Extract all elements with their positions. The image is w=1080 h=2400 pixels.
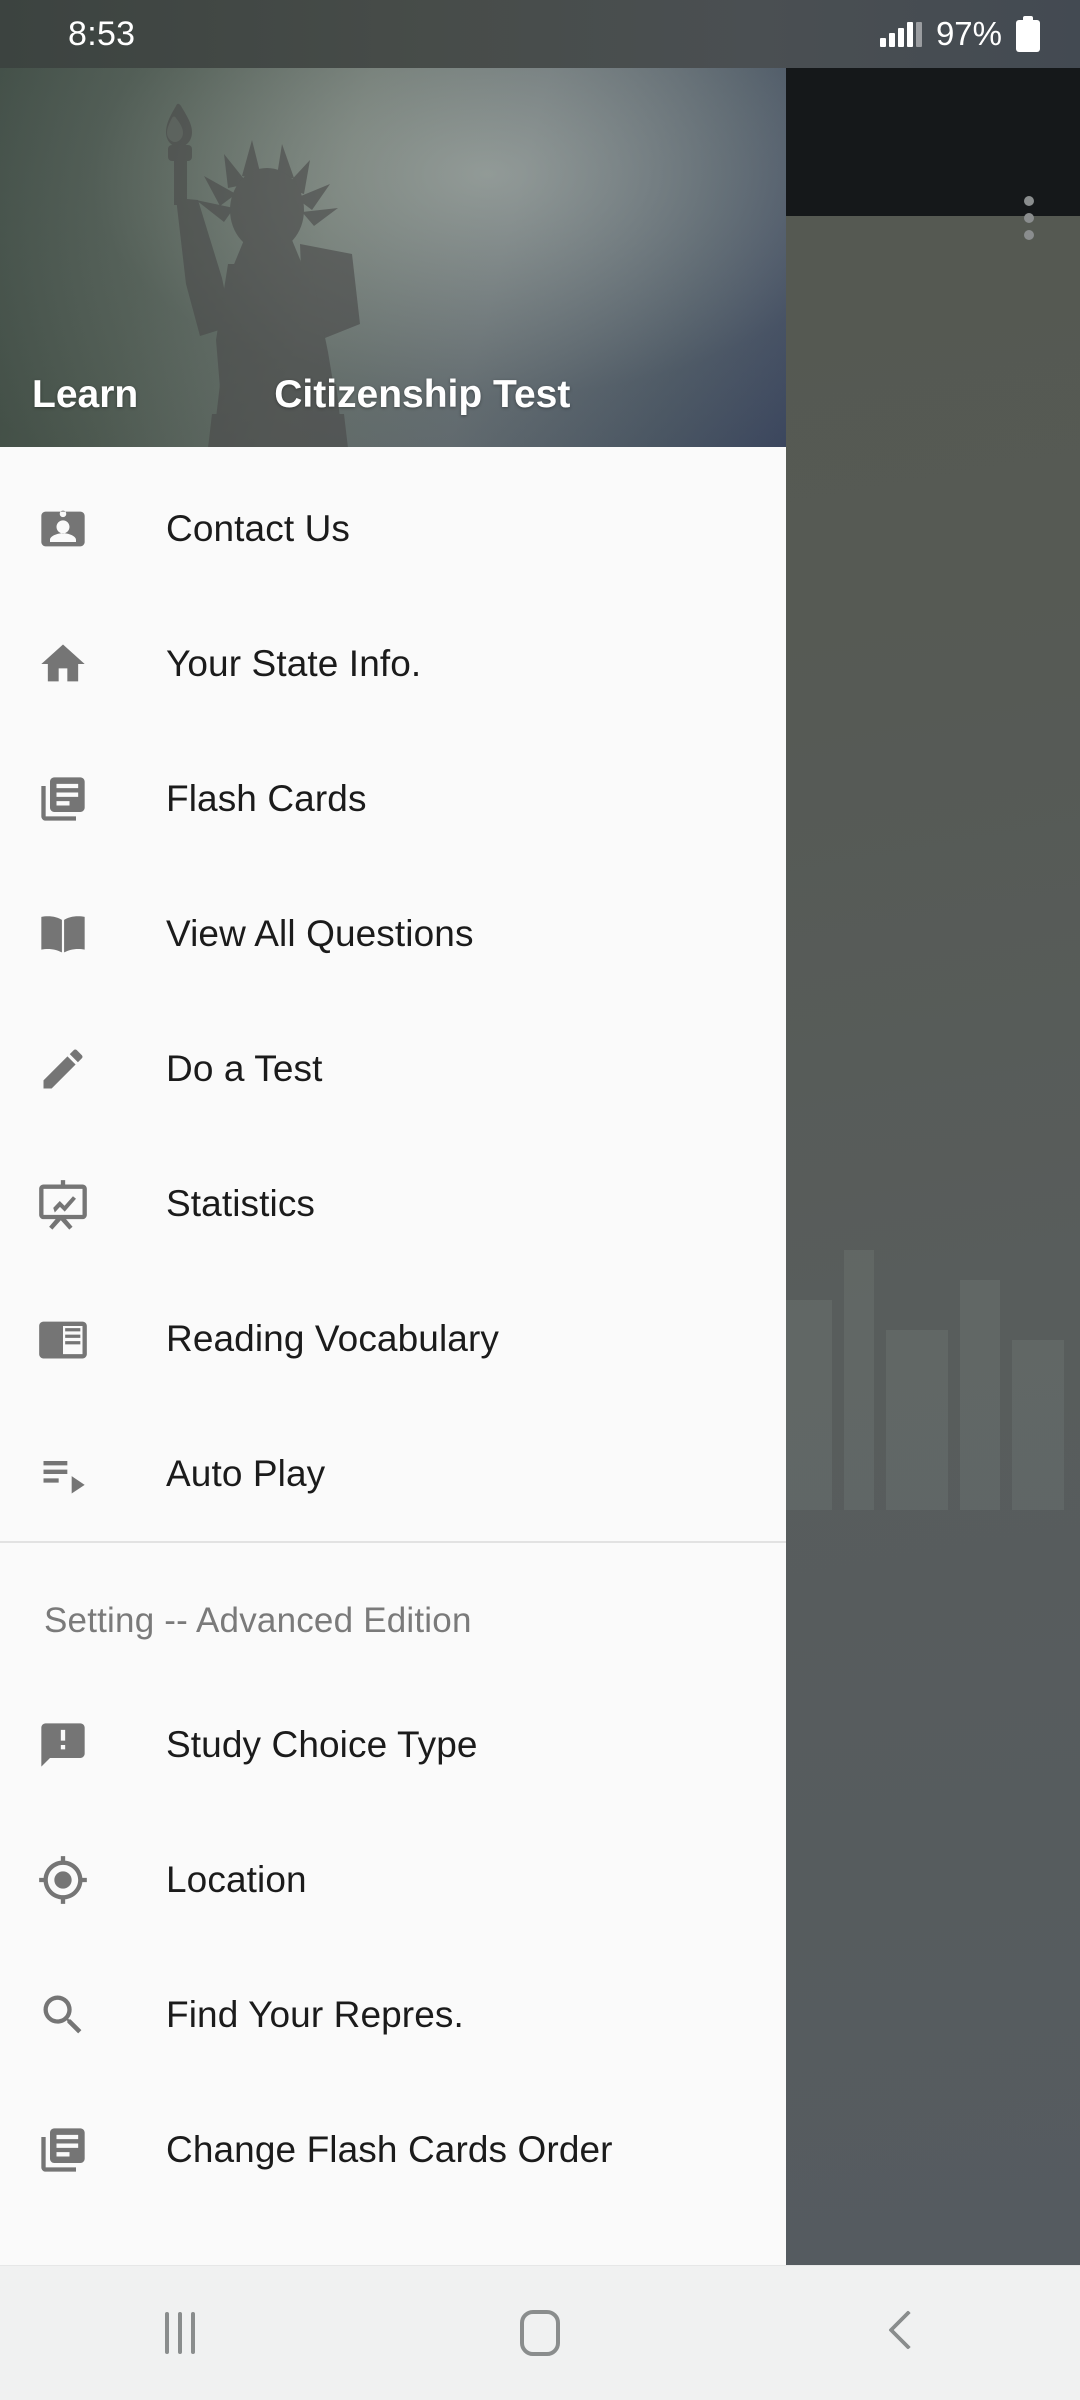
battery-full-icon [1016, 16, 1040, 52]
status-bar-right-cluster: 97% [879, 15, 1040, 53]
menu-item-do-a-test[interactable]: Do a Test [0, 1001, 786, 1136]
status-bar-time: 8:53 [68, 14, 136, 53]
recents-icon [165, 2312, 195, 2354]
menu-item-auto-play[interactable]: Auto Play [0, 1406, 786, 1541]
menu-item-view-all-questions[interactable]: View All Questions [0, 866, 786, 1001]
pencil-icon [32, 1038, 94, 1100]
home-icon [32, 633, 94, 695]
nav-home-button[interactable] [360, 2266, 720, 2400]
drawer-header-learn-label: Learn [32, 373, 139, 416]
announcement-icon [32, 1714, 94, 1776]
open-book-icon [32, 903, 94, 965]
menu-item-label: Reading Vocabulary [166, 1317, 499, 1359]
menu-item-label: Find Your Repres. [166, 1993, 464, 2035]
gps-fixed-icon [32, 1849, 94, 1911]
menu-item-change-flash-cards-order[interactable]: Change Flash Cards Order [0, 2082, 786, 2217]
menu-item-location[interactable]: Location [0, 1812, 786, 1947]
drawer-header: Learn Citizenship Test [0, 68, 786, 447]
chrome-reader-mode-icon [32, 1308, 94, 1370]
home-square-icon [520, 2310, 560, 2356]
search-icon [32, 1984, 94, 2046]
drawer-header-titles: Learn Citizenship Test [0, 373, 786, 417]
menu-item-study-choice-type[interactable]: Study Choice Type [0, 1677, 786, 1812]
library-books-icon [32, 2119, 94, 2181]
menu-item-label: Do a Test [166, 1047, 323, 1089]
menu-item-statistics[interactable]: Statistics [0, 1136, 786, 1271]
drawer-header-app-title: Citizenship Test [274, 373, 571, 416]
playlist-play-icon [32, 1443, 94, 1505]
library-books-icon [32, 768, 94, 830]
more-vert-icon[interactable] [1024, 196, 1034, 240]
status-bar: 8:53 97% [0, 0, 1080, 68]
drawer-main-menu: Contact Us Your State Info. Flash Cards … [0, 447, 786, 1541]
chevron-left-icon [887, 2312, 913, 2354]
menu-item-label: Location [166, 1858, 307, 1900]
menu-item-label: Your State Info. [166, 642, 422, 684]
menu-item-label: Contact Us [166, 507, 351, 549]
nav-back-button[interactable] [720, 2266, 1080, 2400]
menu-item-label: View All Questions [166, 912, 474, 954]
contact-card-icon [32, 498, 94, 560]
menu-item-flash-cards[interactable]: Flash Cards [0, 731, 786, 866]
menu-item-reading-vocabulary[interactable]: Reading Vocabulary [0, 1271, 786, 1406]
navigation-drawer: Learn Citizenship Test Contact Us Your S… [0, 68, 786, 2265]
chart-easel-icon [32, 1173, 94, 1235]
menu-item-find-your-repres[interactable]: Find Your Repres. [0, 1947, 786, 2082]
menu-item-label: Flash Cards [166, 777, 367, 819]
signal-bars-icon [879, 21, 922, 47]
nav-recents-button[interactable] [0, 2266, 360, 2400]
settings-section-title: Setting -- Advanced Edition [44, 1601, 472, 1640]
phone-screen: reed om 8:53 97% [0, 0, 1080, 2400]
menu-item-label: Auto Play [166, 1452, 326, 1494]
menu-item-label: Change Flash Cards Order [166, 2128, 613, 2170]
menu-item-your-state-info[interactable]: Your State Info. [0, 596, 786, 731]
drawer-settings-menu: Study Choice Type Location Find Your Rep… [0, 1677, 786, 2217]
system-navigation-bar [0, 2265, 1080, 2400]
menu-item-label: Statistics [166, 1182, 316, 1224]
menu-item-label: Study Choice Type [166, 1723, 478, 1765]
battery-percent-label: 97% [935, 15, 1002, 52]
menu-item-contact-us[interactable]: Contact Us [0, 461, 786, 596]
